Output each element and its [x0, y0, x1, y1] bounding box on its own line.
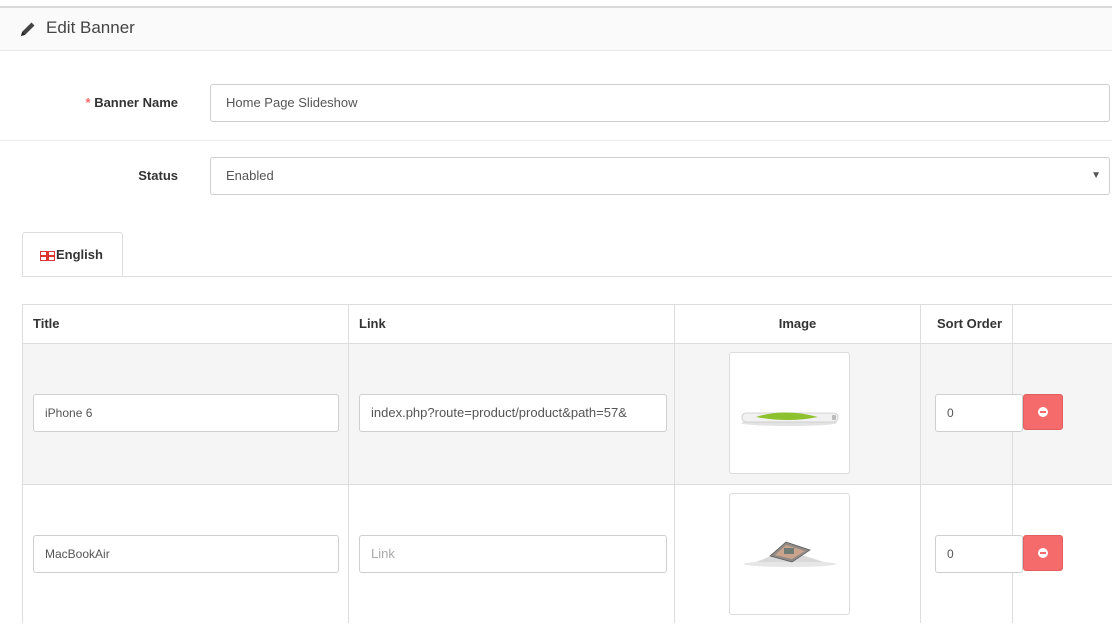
column-title: Title [23, 305, 349, 343]
status-row: Status Enabled ▼ [0, 157, 1112, 201]
caret-down-icon: ▼ [1091, 170, 1101, 181]
language-tabs: English [22, 232, 1112, 277]
link-input[interactable]: index.php?route=product/product&path=57& [359, 394, 667, 432]
column-actions [1013, 305, 1112, 343]
status-select-value: Enabled [226, 168, 274, 183]
tab-english-label: English [56, 247, 103, 262]
table-header-row: Title Link Image Sort Order [23, 305, 1112, 344]
table-row: MacBookAir Link 0 [23, 485, 1112, 623]
required-mark: * [85, 95, 91, 110]
banner-image-thumbnail[interactable] [729, 493, 850, 615]
panel-heading: Edit Banner [0, 8, 1112, 51]
status-select[interactable]: Enabled ▼ [210, 157, 1110, 195]
column-link: Link [349, 305, 675, 343]
column-image: Image [675, 305, 921, 343]
sort-order-input[interactable]: 0 [935, 535, 1023, 573]
remove-button[interactable] [1023, 394, 1063, 430]
tab-english[interactable]: English [22, 232, 123, 276]
title-input[interactable]: iPhone 6 [33, 394, 339, 432]
macbook-image [744, 541, 836, 567]
link-input[interactable]: Link [359, 535, 667, 573]
banner-name-row: * Banner Name Home Page Slideshow [0, 84, 1112, 141]
banner-image-thumbnail[interactable] [729, 352, 850, 474]
banner-images-table: Title Link Image Sort Order iPhone 6 ind… [22, 304, 1112, 623]
title-input[interactable]: MacBookAir [33, 535, 339, 573]
banner-name-label-text: Banner Name [94, 95, 178, 110]
pencil-icon [21, 22, 35, 36]
page-title: Edit Banner [46, 18, 135, 37]
minus-circle-icon [1038, 548, 1048, 558]
table-row: iPhone 6 index.php?route=product/product… [23, 344, 1112, 485]
banner-name-label: * Banner Name [86, 95, 179, 110]
status-label: Status [138, 168, 178, 183]
uk-flag-icon [40, 251, 55, 261]
sort-order-input[interactable]: 0 [935, 394, 1023, 432]
banner-name-input[interactable]: Home Page Slideshow [210, 84, 1110, 122]
column-sort-order: Sort Order [921, 305, 1013, 343]
iphone-image [741, 412, 839, 426]
minus-circle-icon [1038, 407, 1048, 417]
remove-button[interactable] [1023, 535, 1063, 571]
